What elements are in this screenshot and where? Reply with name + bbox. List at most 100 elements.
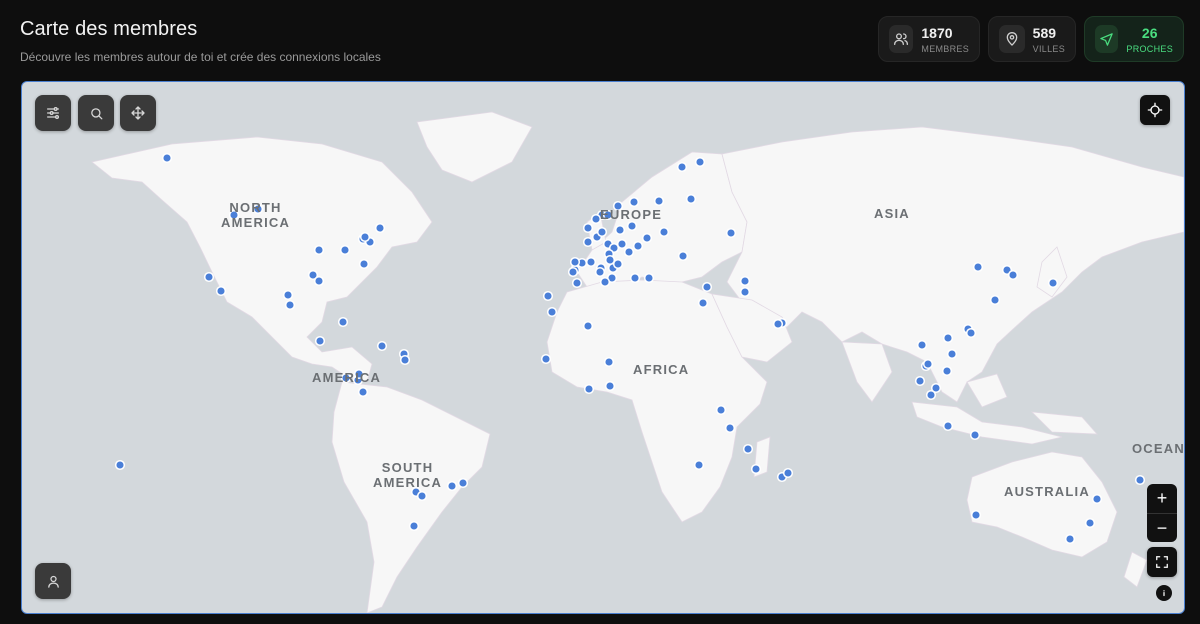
member-marker[interactable] — [1134, 474, 1146, 486]
zoom-in-button[interactable]: + — [1147, 484, 1177, 514]
member-marker[interactable] — [357, 386, 369, 398]
member-marker[interactable] — [658, 226, 670, 238]
member-marker[interactable] — [653, 195, 665, 207]
world-map[interactable] — [22, 82, 1184, 613]
member-marker[interactable] — [408, 520, 420, 532]
member-marker[interactable] — [585, 256, 597, 268]
member-marker[interactable] — [623, 246, 635, 258]
member-marker[interactable] — [677, 250, 689, 262]
member-marker[interactable] — [632, 240, 644, 252]
member-marker[interactable] — [571, 277, 583, 289]
member-marker[interactable] — [972, 261, 984, 273]
members-stat: 1870 MEMBRES — [878, 16, 980, 62]
member-marker[interactable] — [925, 389, 937, 401]
member-marker[interactable] — [724, 422, 736, 434]
member-marker[interactable] — [358, 258, 370, 270]
locate-button[interactable] — [1140, 95, 1170, 125]
member-marker[interactable] — [614, 224, 626, 236]
profile-button[interactable] — [35, 563, 71, 599]
members-map[interactable]: NORTH AMERICA AMERICA EUROPE ASIA AFRICA … — [21, 81, 1185, 614]
member-marker[interactable] — [603, 356, 615, 368]
member-marker[interactable] — [1047, 277, 1059, 289]
member-marker[interactable] — [693, 459, 705, 471]
member-marker[interactable] — [1064, 533, 1076, 545]
member-marker[interactable] — [203, 271, 215, 283]
member-marker[interactable] — [715, 404, 727, 416]
zoom-out-button[interactable]: − — [1147, 514, 1177, 542]
nearby-stat[interactable]: 26 PROCHES — [1084, 16, 1184, 62]
member-marker[interactable] — [594, 266, 606, 278]
member-marker[interactable] — [582, 222, 594, 234]
member-marker[interactable] — [582, 236, 594, 248]
member-marker[interactable] — [313, 244, 325, 256]
pan-button[interactable] — [120, 95, 156, 131]
member-marker[interactable] — [596, 226, 608, 238]
member-marker[interactable] — [965, 327, 977, 339]
member-marker[interactable] — [694, 156, 706, 168]
member-marker[interactable] — [599, 276, 611, 288]
member-marker[interactable] — [916, 339, 928, 351]
member-marker[interactable] — [941, 365, 953, 377]
member-marker[interactable] — [399, 354, 411, 366]
member-marker[interactable] — [567, 266, 579, 278]
member-marker[interactable] — [1091, 493, 1103, 505]
member-marker[interactable] — [922, 358, 934, 370]
member-marker[interactable] — [641, 232, 653, 244]
member-marker[interactable] — [284, 299, 296, 311]
member-marker[interactable] — [629, 272, 641, 284]
member-marker[interactable] — [914, 375, 926, 387]
member-marker[interactable] — [772, 318, 784, 330]
member-marker[interactable] — [604, 254, 616, 266]
member-marker[interactable] — [313, 275, 325, 287]
member-marker[interactable] — [739, 275, 751, 287]
filter-button[interactable] — [35, 95, 71, 131]
member-marker[interactable] — [374, 222, 386, 234]
member-marker[interactable] — [643, 272, 655, 284]
member-marker[interactable] — [782, 467, 794, 479]
member-marker[interactable] — [946, 348, 958, 360]
member-marker[interactable] — [1084, 517, 1096, 529]
member-marker[interactable] — [626, 220, 638, 232]
member-marker[interactable] — [750, 463, 762, 475]
member-marker[interactable] — [612, 258, 624, 270]
member-marker[interactable] — [583, 383, 595, 395]
member-marker[interactable] — [546, 306, 558, 318]
member-marker[interactable] — [446, 480, 458, 492]
member-marker[interactable] — [628, 196, 640, 208]
member-marker[interactable] — [314, 335, 326, 347]
members-label: MEMBRES — [921, 43, 969, 54]
member-marker[interactable] — [725, 227, 737, 239]
member-marker[interactable] — [359, 231, 371, 243]
member-marker[interactable] — [676, 161, 688, 173]
member-marker[interactable] — [457, 477, 469, 489]
member-marker[interactable] — [569, 256, 581, 268]
member-marker[interactable] — [161, 152, 173, 164]
info-button[interactable] — [1156, 585, 1172, 601]
member-marker[interactable] — [540, 353, 552, 365]
member-marker[interactable] — [969, 429, 981, 441]
fullscreen-button[interactable] — [1147, 547, 1177, 577]
member-marker[interactable] — [215, 285, 227, 297]
member-marker[interactable] — [742, 443, 754, 455]
member-marker[interactable] — [339, 244, 351, 256]
member-marker[interactable] — [604, 380, 616, 392]
member-marker[interactable] — [542, 290, 554, 302]
member-marker[interactable] — [416, 490, 428, 502]
member-marker[interactable] — [114, 459, 126, 471]
member-marker[interactable] — [942, 332, 954, 344]
member-marker[interactable] — [1007, 269, 1019, 281]
member-marker[interactable] — [582, 320, 594, 332]
member-marker[interactable] — [376, 340, 388, 352]
member-marker[interactable] — [739, 286, 751, 298]
member-marker[interactable] — [701, 281, 713, 293]
member-marker[interactable] — [282, 289, 294, 301]
member-marker[interactable] — [942, 420, 954, 432]
member-marker[interactable] — [697, 297, 709, 309]
member-marker[interactable] — [590, 213, 602, 225]
member-marker[interactable] — [989, 294, 1001, 306]
member-marker[interactable] — [616, 238, 628, 250]
search-button[interactable] — [78, 95, 114, 131]
member-marker[interactable] — [337, 316, 349, 328]
member-marker[interactable] — [685, 193, 697, 205]
member-marker[interactable] — [970, 509, 982, 521]
